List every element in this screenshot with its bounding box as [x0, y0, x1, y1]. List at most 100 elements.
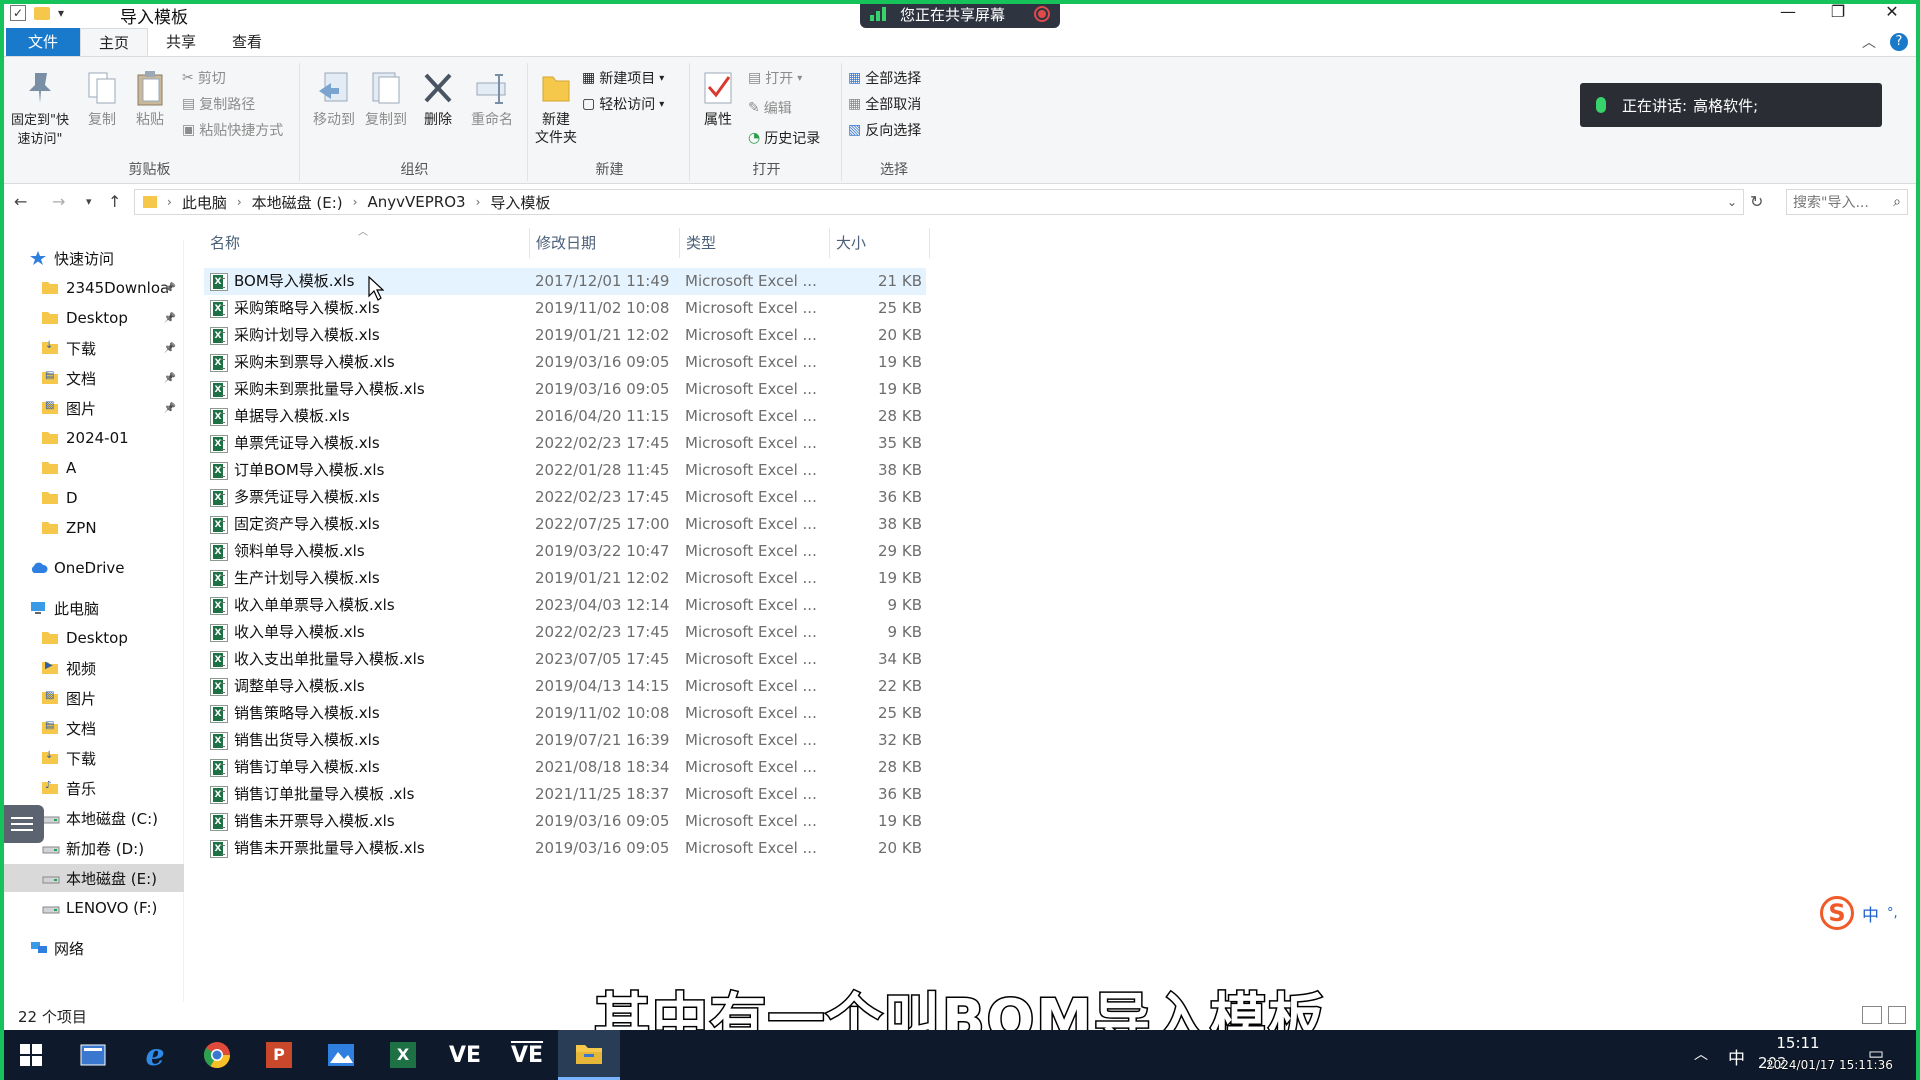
file-row[interactable]: 采购计划导入模板.xls 2019/01/21 12:02 Microsoft Ex… — [204, 322, 926, 349]
up-icon[interactable]: ↑ — [108, 192, 121, 211]
task-view-button[interactable] — [62, 1030, 124, 1080]
tab-file[interactable]: 文件 — [6, 28, 81, 56]
nav-item[interactable]: A — [0, 454, 184, 482]
floating-list-button[interactable] — [0, 805, 44, 843]
column-header-size[interactable]: 大小 — [830, 228, 930, 258]
nav-item[interactable]: ▨ 图片 — [0, 684, 184, 712]
column-header-name[interactable]: 名称 ︿ — [204, 227, 530, 258]
file-row[interactable]: 收入单单票导入模板.xls 2023/04/03 12:14 Microsoft E… — [204, 592, 926, 619]
chrome-button[interactable] — [186, 1030, 248, 1080]
new-item-button[interactable]: ▦ 新建项目 ▾ — [582, 67, 664, 89]
easy-access-button[interactable]: ▢ 轻松访问 ▾ — [582, 93, 664, 115]
file-row[interactable]: 销售出货导入模板.xls 2019/07/21 16:39 Microsoft Ex… — [204, 727, 926, 754]
pin-icon[interactable]: 📌 — [164, 373, 176, 384]
file-row[interactable]: 销售策略导入模板.xls 2019/11/02 10:08 Microsoft Ex… — [204, 700, 926, 727]
file-row[interactable]: 固定资产导入模板.xls 2022/07/25 17:00 Microsoft Ex… — [204, 511, 926, 538]
copy-button[interactable]: 复制 — [82, 69, 122, 129]
breadcrumb-anyvvepro3[interactable]: AnyvVEPRO3 — [367, 193, 465, 211]
photos-button[interactable] — [310, 1030, 372, 1080]
column-header-date[interactable]: 修改日期 — [530, 228, 680, 258]
copy-path-button[interactable]: ▤ 复制路径 — [182, 93, 255, 115]
pin-icon[interactable]: 📌 — [164, 403, 176, 414]
file-row[interactable]: 调整单导入模板.xls 2019/04/13 14:15 Microsoft Exc… — [204, 673, 926, 700]
file-row[interactable]: 销售未开票批量导入模板.xls 2019/03/16 09:05 Microsoft… — [204, 835, 926, 862]
move-to-button[interactable]: 移动到 — [310, 69, 358, 129]
stop-share-icon[interactable] — [1034, 6, 1050, 22]
paste-shortcut-button[interactable]: ▣ 粘贴快捷方式 — [182, 119, 283, 141]
nav-item[interactable]: ▨ 图片 📌 — [0, 394, 184, 422]
cut-button[interactable]: ✂ 剪切 — [182, 67, 226, 89]
breadcrumb[interactable]: › 此电脑 › 本地磁盘 (E:) › AnyvVEPRO3 › 导入模板 ⌄ — [134, 189, 1744, 215]
column-header-type[interactable]: 类型 — [680, 228, 830, 258]
properties-button[interactable]: 属性 — [698, 69, 738, 129]
forward-icon[interactable]: → — [52, 192, 65, 211]
file-row[interactable]: 生产计划导入模板.xls 2019/01/21 12:02 Microsoft Ex… — [204, 565, 926, 592]
file-row[interactable]: 单票凭证导入模板.xls 2022/02/23 17:45 Microsoft Ex… — [204, 430, 926, 457]
rename-button[interactable]: 重命名 — [466, 69, 518, 129]
breadcrumb-templates[interactable]: 导入模板 — [490, 192, 550, 213]
nav-item[interactable]: ▤ 文档 📌 — [0, 364, 184, 392]
delete-button[interactable]: 删除 — [418, 69, 458, 129]
collapse-ribbon-icon[interactable]: ︿ — [1862, 32, 1876, 52]
new-folder-icon[interactable] — [34, 6, 50, 20]
file-row[interactable]: 采购未到票批量导入模板.xls 2019/03/16 09:05 Microsoft… — [204, 376, 926, 403]
ve-app-button-2[interactable]: VE — [496, 1030, 558, 1080]
file-row[interactable]: 采购策略导入模板.xls 2019/11/02 10:08 Microsoft Ex… — [204, 295, 926, 322]
tray-expand-icon[interactable]: ︿ — [1694, 1044, 1708, 1064]
file-row[interactable]: 采购未到票导入模板.xls 2019/03/16 09:05 Microsoft E… — [204, 349, 926, 376]
close-button[interactable]: ✕ — [1872, 2, 1912, 21]
pin-icon[interactable]: 📌 — [164, 313, 176, 324]
select-none-button[interactable]: ▦ 全部取消 — [848, 93, 921, 115]
nav-item[interactable]: ▶ 视频 — [0, 654, 184, 682]
customize-toolbar-icon[interactable]: ▾ — [58, 6, 64, 20]
address-dropdown-icon[interactable]: ⌄ — [1727, 195, 1737, 209]
ie-button[interactable]: e — [124, 1030, 186, 1080]
nav-item[interactable]: ♪ 音乐 — [0, 774, 184, 802]
file-row[interactable]: 订单BOM导入模板.xls 2022/01/28 11:45 Microsoft E… — [204, 457, 926, 484]
nav-item[interactable]: 网络 — [0, 934, 184, 962]
file-row[interactable]: 销售未开票导入模板.xls 2019/03/16 09:05 Microsoft E… — [204, 808, 926, 835]
edit-button[interactable]: ✎ 编辑 — [748, 97, 792, 119]
copy-to-button[interactable]: 复制到 — [362, 69, 410, 129]
open-button[interactable]: ▤ 打开 ▾ — [748, 67, 802, 89]
tab-home[interactable]: 主页 — [80, 28, 149, 56]
nav-item[interactable]: 2345Downloa 📌 — [0, 274, 184, 302]
select-all-button[interactable]: ▦ 全部选择 — [848, 67, 921, 89]
nav-item[interactable]: 本地磁盘 (E:) — [0, 864, 184, 892]
help-icon[interactable]: ? — [1890, 33, 1908, 51]
nav-item[interactable]: Desktop — [0, 624, 184, 652]
tab-view[interactable]: 查看 — [214, 28, 280, 56]
nav-item[interactable]: Desktop 📌 — [0, 304, 184, 332]
taskbar-ime-label[interactable]: 中 — [1728, 1044, 1745, 1069]
nav-item[interactable]: 2024-01 — [0, 424, 184, 452]
file-row[interactable]: 销售订单导入模板.xls 2021/08/18 18:34 Microsoft Ex… — [204, 754, 926, 781]
breadcrumb-drive-e[interactable]: 本地磁盘 (E:) — [252, 192, 343, 213]
pin-icon[interactable]: 📌 — [164, 343, 176, 354]
paste-button[interactable]: 粘贴 — [130, 69, 170, 129]
nav-item[interactable]: OneDrive — [0, 554, 184, 582]
file-row[interactable]: 单据导入模板.xls 2016/04/20 11:15 Microsoft Exce… — [204, 403, 926, 430]
ime-indicator[interactable]: S 中 °, — [1820, 896, 1898, 930]
start-button[interactable] — [0, 1030, 62, 1080]
recent-locations-icon[interactable]: ▾ — [86, 195, 92, 208]
file-row[interactable]: BOM导入模板.xls 2017/12/01 11:49 Microsoft Exc… — [204, 268, 926, 295]
nav-item[interactable]: 此电脑 — [0, 594, 184, 622]
nav-item[interactable]: ↓ 下载 — [0, 744, 184, 772]
screen-share-banner[interactable]: 您正在共享屏幕 — [860, 0, 1060, 28]
new-folder-button[interactable]: 新建 文件夹 — [532, 69, 580, 147]
minimize-button[interactable]: — — [1768, 2, 1808, 21]
properties-checkbox-icon[interactable]: ✓ — [10, 5, 26, 21]
breadcrumb-this-pc[interactable]: 此电脑 — [182, 192, 227, 213]
file-row[interactable]: 收入单导入模板.xls 2022/02/23 17:45 Microsoft Exc… — [204, 619, 926, 646]
file-row[interactable]: 收入支出单批量导入模板.xls 2023/07/05 17:45 Microsoft… — [204, 646, 926, 673]
tab-share[interactable]: 共享 — [148, 28, 214, 56]
pin-quick-access-button[interactable]: 固定到"快速访问" — [8, 69, 72, 149]
nav-item[interactable]: LENOVO (F:) — [0, 894, 184, 922]
search-input[interactable]: 搜索"导入... ⌕ — [1786, 189, 1908, 215]
invert-selection-button[interactable]: ▧ 反向选择 — [848, 119, 921, 141]
nav-item[interactable]: D — [0, 484, 184, 512]
ve-app-button[interactable]: VE — [434, 1030, 496, 1080]
nav-item[interactable]: 快速访问 — [0, 244, 184, 272]
restore-button[interactable]: ❐ — [1818, 2, 1858, 21]
nav-item[interactable]: ▤ 文档 — [0, 714, 184, 742]
